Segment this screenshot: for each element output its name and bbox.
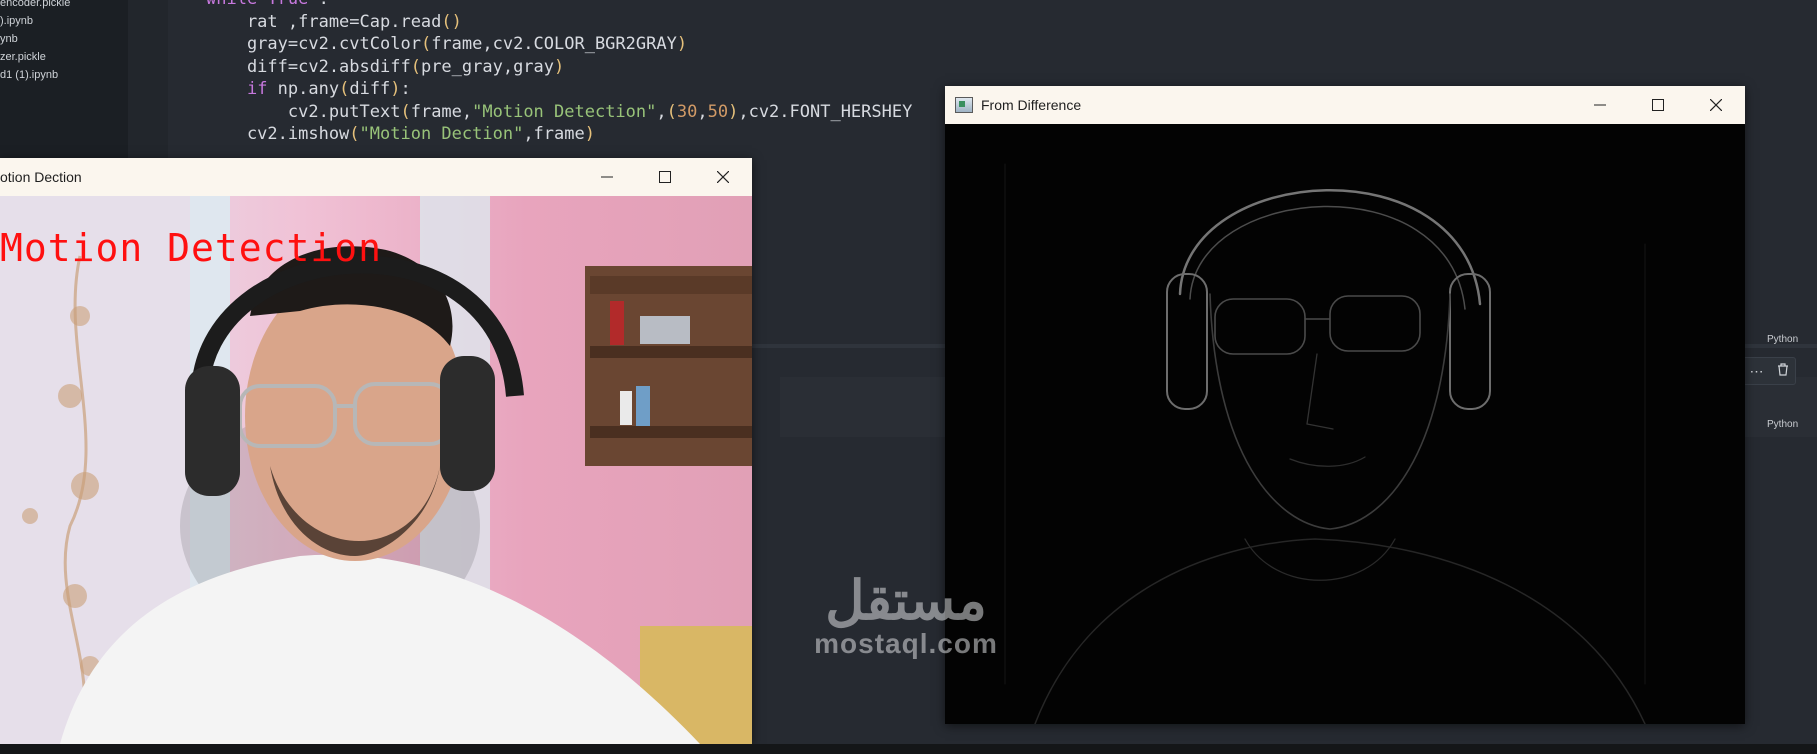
maximize-button[interactable] [1629,86,1687,124]
window-titlebar[interactable]: From Difference [945,86,1745,124]
webcam-image [0,196,752,744]
motion-overlay-text: Motion Detection [0,226,383,270]
maximize-button[interactable] [636,158,694,196]
more-icon[interactable]: ⋯ [1750,363,1764,380]
window-title: otion Dection [0,169,82,185]
app-icon [955,97,973,113]
code-line[interactable]: cv2.imshow("Motion Dection",frame) [206,121,595,147]
watermark-domain: mostaql.com [814,628,998,659]
close-button[interactable] [694,158,752,196]
difference-image [1004,163,1646,724]
difference-frame [945,124,1745,724]
difference-window[interactable]: From Difference [945,86,1745,724]
watermark-logo-text: مستقل [825,571,987,631]
cell-language-label[interactable]: Python [1767,334,1798,345]
watermark: مستقل mostaql.com [806,574,1006,660]
motion-detection-window[interactable]: otion Dection Motion Detection [0,158,752,744]
window-titlebar[interactable]: otion Dection [0,158,752,196]
file-item[interactable]: zer.pickle [0,48,128,66]
close-button[interactable] [1687,86,1745,124]
trash-icon[interactable] [1777,363,1789,379]
minimize-icon [1594,104,1606,106]
minimize-button[interactable] [1571,86,1629,124]
file-item[interactable]: d1 (1).ipynb [0,66,128,84]
maximize-icon [1652,99,1664,111]
close-icon [1710,99,1722,111]
webcam-frame: Motion Detection [0,196,752,744]
cell-toolbar: ⋯ [1742,357,1796,385]
cell-language-label[interactable]: Python [1767,419,1798,430]
taskbar [0,744,1817,754]
close-icon [717,171,729,183]
minimize-button[interactable] [578,158,636,196]
file-item[interactable]: ).ipynb [0,12,128,30]
window-title: From Difference [981,97,1082,113]
file-item[interactable]: encoder.pickle [0,0,128,12]
minimize-icon [601,176,613,178]
file-item[interactable]: ynb [0,30,128,48]
maximize-icon [659,171,671,183]
